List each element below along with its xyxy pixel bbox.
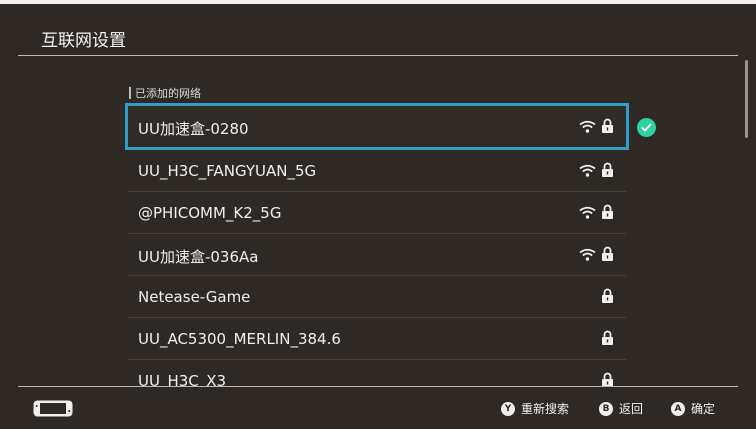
network-status-icons — [579, 204, 614, 220]
network-name: UU加速盒-036Aa — [138, 248, 259, 266]
b-button-icon: B — [599, 401, 613, 416]
wifi-icon — [579, 164, 596, 177]
lock-icon — [602, 246, 613, 261]
research-label: 重新搜索 — [521, 402, 570, 416]
page-title: 互联网设置 — [41, 31, 126, 51]
network-name: UU_AC5300_MERLIN_384.6 — [138, 330, 341, 348]
research-hint[interactable]: Y 重新搜索 — [501, 400, 569, 417]
network-status-icons — [579, 162, 614, 178]
network-item[interactable]: UU_AC5300_MERLIN_384.6 — [128, 318, 626, 360]
network-item[interactable]: @PHICOMM_K2_5G — [128, 192, 626, 234]
lock-icon — [602, 118, 613, 133]
network-status-icons — [601, 288, 614, 304]
wifi-icon — [579, 248, 596, 261]
confirm-label: 确定 — [691, 402, 716, 416]
network-status-icons — [601, 330, 614, 346]
network-item[interactable]: UU加速盒-036Aa — [128, 234, 626, 276]
lock-icon — [602, 204, 613, 219]
y-button-icon: Y — [501, 401, 515, 416]
lock-icon — [602, 288, 613, 303]
section-label: 已添加的网络 — [135, 87, 201, 100]
confirm-hint[interactable]: A 确定 — [671, 400, 715, 417]
network-name: UU_H3C_FANGYUAN_5G — [138, 162, 317, 180]
header: 互联网设置 — [0, 4, 756, 56]
a-button-icon: A — [671, 401, 685, 416]
connected-check-icon — [637, 118, 656, 137]
network-item[interactable]: UU_H3C_FANGYUAN_5G — [128, 150, 626, 192]
network-name: @PHICOMM_K2_5G — [138, 204, 282, 222]
network-item[interactable]: Netease-Game — [128, 276, 626, 318]
section-header: 已添加的网络 — [129, 85, 201, 101]
network-status-icons — [579, 118, 614, 134]
wifi-icon — [579, 206, 596, 219]
section-marker — [129, 87, 131, 99]
back-hint[interactable]: B 返回 — [599, 400, 643, 417]
footer: Y 重新搜索 B 返回 A 确定 — [0, 387, 756, 429]
network-item[interactable]: UU加速盒-0280 — [125, 103, 629, 150]
network-name: Netease-Game — [138, 288, 251, 306]
header-divider — [18, 55, 738, 56]
back-label: 返回 — [619, 402, 644, 416]
lock-icon — [602, 330, 613, 345]
console-handheld-icon — [33, 400, 73, 417]
network-status-icons — [579, 246, 614, 262]
network-name: UU加速盒-0280 — [138, 120, 249, 138]
wifi-icon — [579, 120, 596, 133]
network-list: UU加速盒-0280 UU_H3C_FANGYUAN_5G @PHICOMM_K… — [125, 103, 629, 401]
scrollbar[interactable] — [745, 60, 748, 138]
lock-icon — [602, 162, 613, 177]
